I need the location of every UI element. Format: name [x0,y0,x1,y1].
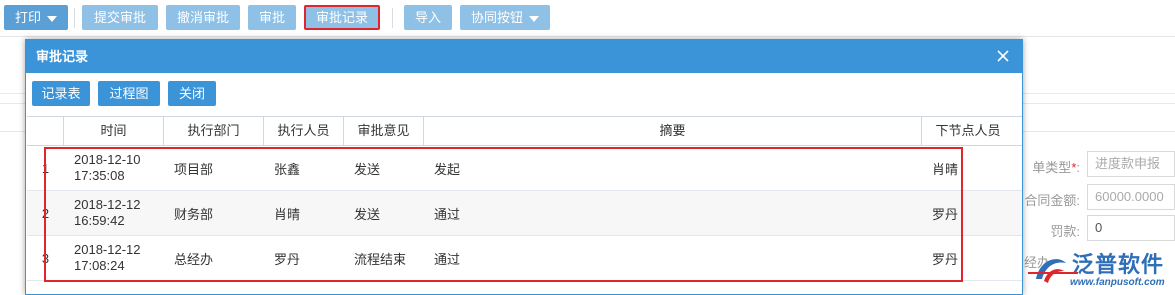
approve-button[interactable]: 审批 [248,5,296,30]
contract-amount-field[interactable]: 60000.0000 [1087,184,1175,210]
record-table-button[interactable]: 记录表 [32,81,90,106]
column-header-person[interactable]: 执行人员 [264,117,344,145]
print-button[interactable]: 打印 [4,5,68,30]
column-header-summary[interactable]: 摘要 [424,117,922,145]
print-label: 打印 [14,10,41,25]
column-header-index [27,117,64,145]
close-button[interactable]: 关闭 [168,81,216,106]
column-header-dept[interactable]: 执行部门 [164,117,264,145]
toolbar-divider [392,8,393,28]
dialog-title: 审批记录 [26,40,1022,73]
cancel-approval-button[interactable]: 撤消审批 [166,5,240,30]
chevron-down-icon [47,15,57,22]
column-header-time[interactable]: 时间 [64,117,164,145]
annotation-underline [1028,272,1078,274]
brand-logo-icon [1036,259,1066,283]
brand-logo: 泛普软件 www.fanpusoft.com [1030,247,1175,295]
column-header-opinion[interactable]: 审批意见 [344,117,424,145]
collab-label: 协同按钮 [470,10,523,25]
approval-record-button[interactable]: 审批记录 [304,5,380,30]
toolbar: 打印 提交审批 撤消审批 审批 审批记录 导入 协同按钮 [0,0,1175,37]
import-button[interactable]: 导入 [404,5,452,30]
chevron-down-icon [529,15,539,22]
brand-url: www.fanpusoft.com [1070,277,1165,288]
grid-header: 时间 执行部门 执行人员 审批意见 摘要 下节点人员 [27,117,1022,146]
column-header-next[interactable]: 下节点人员 [922,117,1014,145]
doc-type-field[interactable]: 进度款申报 [1087,151,1175,177]
collab-button[interactable]: 协同按钮 [460,5,550,30]
process-chart-button[interactable]: 过程图 [98,81,160,106]
annotation-highlight-box [44,147,963,282]
submit-approval-button[interactable]: 提交审批 [82,5,158,30]
penalty-field[interactable]: 0 [1087,215,1175,241]
brand-name: 泛普软件 [1072,252,1165,277]
close-icon[interactable] [994,47,1012,65]
toolbar-divider [74,8,75,28]
